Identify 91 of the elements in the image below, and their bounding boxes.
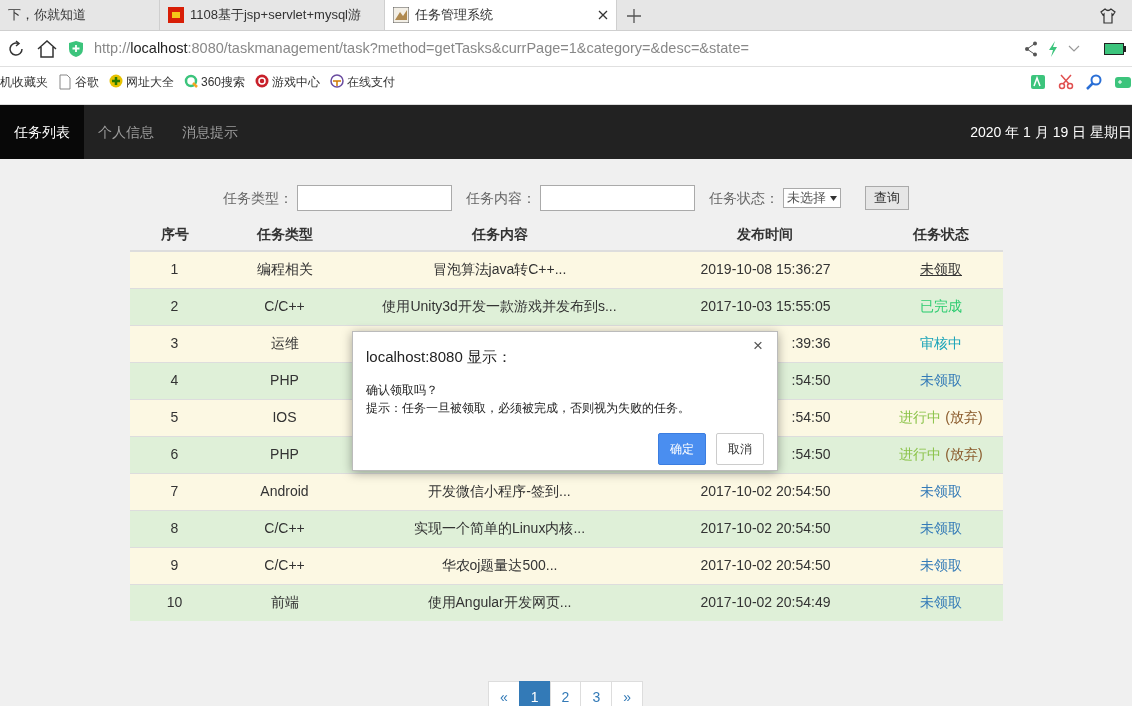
status-link[interactable]: 未领取 (920, 483, 962, 499)
table-cell: 1 (129, 251, 220, 288)
tab-favicon-icon (393, 7, 409, 23)
table-cell: IOS (219, 399, 350, 436)
nav-link[interactable]: 任务列表 (0, 105, 84, 159)
bookmark-link[interactable]: 网址大全 (109, 72, 174, 91)
table-cell: 编程相关 (219, 251, 350, 288)
table-cell: 2017-10-02 20:54:50 (649, 547, 880, 584)
content-input[interactable] (540, 185, 695, 211)
battery-icon[interactable] (1104, 42, 1126, 55)
table-cell: 实现一个简单的Linux内核... (349, 510, 650, 547)
previous-page-button[interactable]: « (488, 681, 520, 706)
bookmark-icon (330, 73, 345, 90)
table-cell: 2017-10-03 15:55:05 (649, 288, 880, 325)
date-text: 2020 年 1 月 19 日 星期日 (970, 122, 1132, 142)
page-button[interactable]: 1 (518, 681, 551, 706)
table-cell: 5 (129, 399, 220, 436)
table-cell: 7 (129, 473, 220, 510)
table-cell: 10 (129, 584, 220, 621)
bookmark-link[interactable]: 谷歌 (58, 72, 99, 91)
shirt-icon[interactable] (1100, 8, 1116, 24)
browser-tab[interactable]: 任务管理系统 (385, 0, 617, 30)
dropdown-arrow-icon (830, 195, 837, 201)
table-cell: Android (219, 473, 350, 510)
status-link[interactable]: 未领取 (920, 372, 962, 388)
dialog-message: 确认领取吗？ (366, 381, 439, 399)
table-cell: PHP (219, 362, 350, 399)
table-cell: 3 (129, 325, 220, 362)
table-cell: 4 (129, 362, 220, 399)
status-link[interactable]: 未领取 (920, 261, 962, 278)
browser-tab[interactable]: 1108基于jsp+servlet+mysql游 (160, 0, 385, 30)
lightning-icon[interactable] (1048, 40, 1058, 57)
table-cell: 使用Unity3d开发一款游戏并发布到s... (349, 288, 650, 325)
text-add-icon[interactable] (1030, 73, 1048, 90)
home-icon[interactable] (36, 38, 58, 59)
table-cell: 2 (129, 288, 220, 325)
table-cell: 2017-10-02 20:54:50 (649, 510, 880, 547)
dialog-button[interactable]: 取消 (716, 432, 764, 465)
bookmark-link[interactable]: 在线支付 (330, 72, 396, 91)
category-input[interactable] (297, 185, 452, 211)
table-cell: 使用Angular开发网页... (349, 584, 650, 621)
dialog-title: localhost:8080 显示： (366, 347, 513, 367)
field-label: 任务状态： (709, 188, 779, 208)
table-cell: 开发微信小程序-签到... (349, 473, 650, 510)
dialog-button[interactable]: 确定 (658, 432, 706, 465)
field-label: 任务类型： (223, 188, 293, 208)
bookmark-link[interactable]: 360搜索 (184, 72, 246, 91)
table-cell: 运维 (219, 325, 350, 362)
next-page-button[interactable]: » (611, 681, 643, 706)
abandon-link[interactable]: (放弃) (945, 446, 983, 462)
scissors-icon[interactable] (1058, 73, 1076, 90)
page-button[interactable]: 3 (580, 681, 613, 706)
table-cell: C/C++ (219, 547, 350, 584)
bookmark-icon (58, 73, 72, 90)
table-cell: C/C++ (219, 288, 350, 325)
table-cell: 2017-10-02 20:54:50 (649, 473, 880, 510)
nav-link[interactable]: 个人信息 (84, 105, 168, 159)
shield-icon (68, 39, 84, 58)
nav-link[interactable]: 消息提示 (168, 105, 252, 159)
status-link[interactable]: 未领取 (920, 520, 962, 536)
close-button[interactable]: × (747, 336, 769, 355)
browser-tab[interactable]: 下，你就知道 (0, 0, 160, 30)
bookmark-icon (184, 73, 198, 90)
table-cell: 2017-10-02 20:54:49 (649, 584, 880, 621)
bookmark-icon (109, 73, 123, 90)
share-icon[interactable] (1024, 40, 1038, 57)
abandon-link[interactable]: (放弃) (945, 409, 983, 425)
table-cell: PHP (219, 436, 350, 473)
table-cell: 2019-10-08 15:36:27 (649, 251, 880, 288)
table-cell: 前端 (219, 584, 350, 621)
status-link[interactable]: 未领取 (920, 557, 962, 573)
tab-favicon-icon (168, 7, 184, 23)
table-cell: 8 (129, 510, 220, 547)
status-link[interactable]: 未领取 (920, 594, 962, 611)
reload-icon[interactable] (6, 38, 26, 59)
bookmark-link[interactable]: 游戏中心 (255, 72, 321, 91)
table-cell: C/C++ (219, 510, 350, 547)
table-cell: 6 (129, 436, 220, 473)
table-cell: 9 (129, 547, 220, 584)
bookmark-link[interactable]: 机收藏夹 (0, 72, 48, 91)
chevron-icon[interactable] (1068, 44, 1080, 53)
state-select[interactable]: 未选择 (783, 188, 841, 208)
close-icon[interactable] (598, 10, 608, 20)
table-cell: 冒泡算法java转C++... (349, 251, 650, 288)
search-button[interactable]: 查询 (865, 186, 909, 210)
page-button[interactable]: 2 (549, 681, 582, 706)
search-icon[interactable] (1086, 73, 1104, 90)
table-cell: 华农oj题量达500... (349, 547, 650, 584)
field-label: 任务内容： (466, 188, 536, 208)
new-tab-icon[interactable] (627, 9, 641, 23)
bookmark-icon (255, 73, 270, 90)
